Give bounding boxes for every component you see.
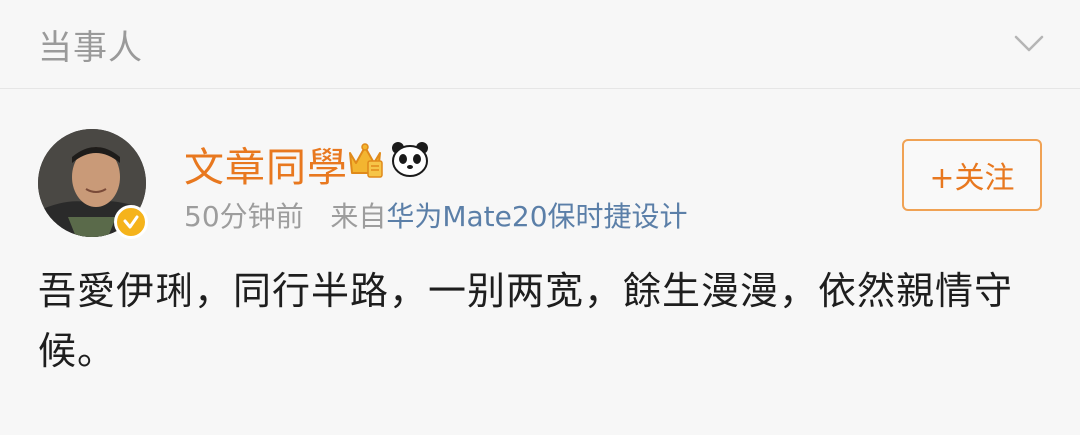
post-time: 50分钟前 <box>184 200 304 233</box>
post-meta: 50分钟前 来自华为Mate20保时捷设计 <box>184 195 688 235</box>
post-source-prefix: 来自 <box>330 200 387 233</box>
weibo-post-card: 文章同學 50分钟前 来自华为Mate20保时捷设计 +关注 吾愛伊琍，同行半路… <box>0 89 1080 435</box>
user-badges <box>346 139 430 179</box>
device-link[interactable]: 华为Mate20保时捷设计 <box>386 200 687 233</box>
section-header[interactable]: 当事人 <box>0 0 1080 89</box>
avatar[interactable] <box>38 129 148 239</box>
crown-member-icon[interactable] <box>346 139 384 179</box>
follow-button[interactable]: +关注 <box>902 139 1042 211</box>
chevron-down-icon[interactable] <box>1014 28 1044 58</box>
post-text: 吾愛伊琍，同行半路，一别两宽，餘生漫漫，依然親情守候。 <box>38 269 1014 373</box>
section-title: 当事人 <box>38 28 143 68</box>
verified-badge-icon <box>114 205 148 239</box>
username-link[interactable]: 文章同學 <box>184 135 348 193</box>
panda-icon[interactable] <box>390 139 430 179</box>
